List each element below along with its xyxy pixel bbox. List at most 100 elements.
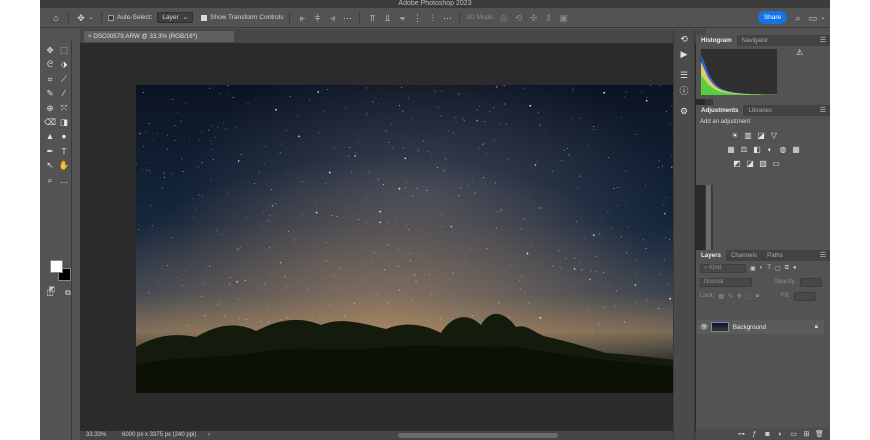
new-adjustment-layer-icon[interactable]: ◐ (776, 430, 785, 439)
spot-healing-tool-icon[interactable]: ✎ (43, 87, 57, 99)
home-icon[interactable]: ⌂ (50, 12, 62, 24)
type-tool-icon[interactable]: T (57, 145, 71, 157)
object-selection-tool-icon[interactable]: ⬗ (57, 58, 71, 70)
foreground-color-swatch[interactable] (50, 260, 63, 273)
add-mask-icon[interactable]: ◙ (763, 430, 772, 439)
auto-select-dropdown[interactable]: Layer ⌄ (157, 12, 194, 23)
gradient-tool-icon[interactable]: ◨ (57, 116, 71, 128)
layer-name[interactable]: Background (733, 324, 766, 331)
workspace-icon[interactable]: ▭ (807, 12, 819, 24)
adjustment-icon[interactable]: ▭ (771, 159, 781, 168)
adjustment-icon[interactable]: ◩ (732, 159, 742, 168)
align-center-icon[interactable]: ⫩ (311, 12, 323, 24)
distribute-icon[interactable]: ⋯ (341, 12, 353, 24)
blur-tool-icon[interactable]: ▲ (43, 130, 57, 142)
more-options-icon[interactable]: ⋯ (441, 12, 453, 24)
align-bottom-icon[interactable]: ⫧ (396, 12, 408, 24)
history-brush-tool-icon[interactable]: ⤧ (57, 102, 71, 114)
move-tool-icon[interactable]: ✥ (75, 12, 87, 24)
adjustment-icon[interactable]: ☀ (730, 131, 740, 140)
eraser-tool-icon[interactable]: ⌫ (43, 116, 57, 128)
horizontal-scroll-thumb[interactable] (398, 433, 558, 438)
panel-menu-icon[interactable]: ☰ (820, 35, 826, 46)
panel-menu-icon[interactable]: ☰ (820, 105, 826, 116)
quick-mask-icon[interactable]: ◫ (44, 287, 56, 299)
3d-pan-icon[interactable]: ✣ (528, 12, 540, 24)
history-panel-icon[interactable]: ⟲ (677, 33, 691, 45)
adjustment-icon[interactable]: ▥ (743, 131, 753, 140)
adjustment-icon[interactable]: ⚖ (739, 145, 749, 154)
tab-adjustments[interactable]: Adjustments (696, 105, 744, 116)
tab-channels[interactable]: Channels (726, 250, 762, 261)
filter-toggle-icon[interactable]: ● (793, 265, 797, 271)
align-right-icon[interactable]: ⫣ (326, 12, 338, 24)
tab-layers[interactable]: Layers (696, 250, 726, 261)
adjustment-icon[interactable]: ◐ (765, 145, 775, 154)
new-group-icon[interactable]: ▭ (789, 430, 798, 439)
tab-paths[interactable]: Paths (762, 250, 788, 261)
dodge-tool-icon[interactable]: ● (57, 130, 71, 142)
actions-panel-icon[interactable]: ▶ (677, 48, 691, 60)
path-selection-tool-icon[interactable]: ↖ (43, 159, 57, 171)
tab-libraries[interactable]: Libraries (743, 105, 777, 116)
canvas-area[interactable] (80, 43, 705, 431)
clone-stamp-tool-icon[interactable]: ⊕ (43, 102, 57, 114)
adjustment-icon[interactable]: ▦ (726, 145, 736, 154)
fill-field[interactable] (794, 291, 817, 301)
chevron-right-icon[interactable]: › (208, 431, 210, 440)
brush-tool-icon[interactable]: ⁄ (57, 87, 71, 99)
new-layer-icon[interactable]: ⊞ (802, 430, 811, 439)
hand-tool-icon[interactable]: ✋ (57, 159, 71, 171)
3d-scale-icon[interactable]: ▣ (558, 12, 570, 24)
properties-panel-icon[interactable]: ☰ (677, 69, 691, 81)
show-transform-checkbox[interactable] (201, 14, 208, 21)
align-top-icon[interactable]: ⫪ (366, 12, 378, 24)
adjustment-icon[interactable]: ▽ (769, 131, 779, 140)
lasso-tool-icon[interactable]: ᘓ (43, 58, 57, 70)
align-middle-icon[interactable]: ⫫ (381, 12, 393, 24)
tab-histogram[interactable]: Histogram (696, 35, 737, 46)
type-filter-icon[interactable]: T (767, 265, 771, 271)
chevron-down-icon[interactable]: ⌄ (819, 12, 827, 24)
zoom-level[interactable]: 33.33% (86, 431, 106, 440)
distribute-vertical-icon[interactable]: ⋮ (411, 12, 423, 24)
lock-pixels-icon[interactable]: ▦ (718, 293, 724, 300)
distribute-spacing-icon[interactable]: ⫶ (426, 12, 438, 24)
lock-paint-icon[interactable]: ✎ (728, 293, 733, 300)
lock-all-icon[interactable]: 🔒︎ (756, 293, 759, 300)
3d-orbit-icon[interactable]: ◎ (498, 12, 510, 24)
lock-position-icon[interactable]: ✥ (737, 293, 742, 300)
link-layers-icon[interactable]: ⊶ (737, 430, 746, 439)
info-panel-icon[interactable]: ⓘ (677, 84, 691, 96)
adjustment-icon[interactable]: ▦ (791, 145, 801, 154)
lock-artboard-icon[interactable]: ⬚ (746, 293, 752, 300)
adjustment-icon[interactable]: ◧ (752, 145, 762, 154)
chevron-down-icon[interactable]: ⌄ (87, 12, 95, 24)
document-tab[interactable]: × DSC00579.ARW @ 33.3% (RGB/16*) (84, 31, 234, 42)
adjustment-icon[interactable]: ◍ (778, 145, 788, 154)
layer-row-background[interactable]: 👁︎ Background 🔒︎ (697, 320, 824, 334)
move-tool-icon[interactable]: ✥ (43, 44, 57, 56)
auto-select-checkbox[interactable] (108, 14, 114, 21)
brush-settings-icon[interactable]: ⚙ (677, 105, 691, 117)
blend-mode-select[interactable]: Normal (700, 277, 752, 287)
close-icon[interactable]: × (88, 33, 92, 40)
share-button[interactable]: Share (758, 11, 787, 24)
eyedropper-tool-icon[interactable]: ⟋ (57, 73, 71, 85)
trash-icon[interactable]: 🗑︎ (815, 430, 824, 439)
zoom-tool-icon[interactable]: ⌕ (43, 174, 57, 186)
search-icon[interactable]: ⌕ (792, 12, 804, 24)
night-sky-photo[interactable] (136, 85, 687, 393)
pen-tool-icon[interactable]: ✒ (43, 145, 57, 157)
layer-kind-filter[interactable]: ⌕ Kind (700, 263, 746, 273)
3d-roll-icon[interactable]: ⟲ (513, 12, 525, 24)
align-left-icon[interactable]: ⫦ (296, 12, 308, 24)
adjustment-icon[interactable]: ▨ (758, 159, 768, 168)
lock-icon[interactable]: 🔒︎ (815, 323, 818, 331)
more-tools-icon[interactable]: … (57, 174, 71, 186)
crop-tool-icon[interactable]: ⌗ (43, 73, 57, 85)
shape-filter-icon[interactable]: ▢ (775, 265, 781, 272)
eye-icon[interactable]: 👁︎ (700, 323, 708, 331)
panel-menu-icon[interactable]: ☰ (820, 250, 826, 261)
smart-object-filter-icon[interactable]: ⧉ (785, 265, 789, 272)
